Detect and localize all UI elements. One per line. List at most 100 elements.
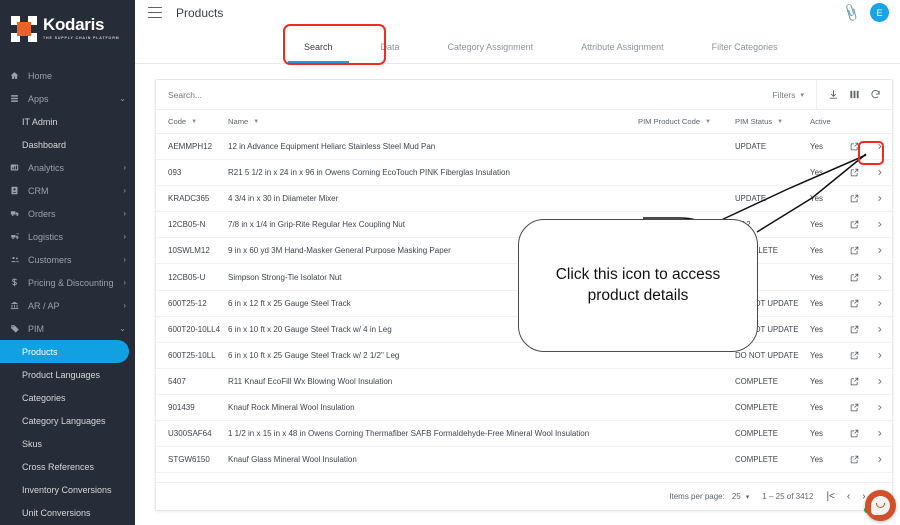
first-page-button[interactable]: |<	[826, 491, 834, 502]
sidebar-item-pricing-discounting[interactable]: Pricing & Discounting ›	[0, 271, 135, 294]
tab-attribute-assignment[interactable]: Attribute Assignment	[557, 42, 688, 63]
sidebar-item-categories[interactable]: Categories	[0, 386, 135, 409]
external-link-icon[interactable]	[842, 194, 867, 203]
chevron-right-icon[interactable]	[867, 142, 892, 151]
sort-arrow-icon[interactable]: ▼	[777, 119, 783, 125]
refresh-icon[interactable]	[870, 89, 881, 100]
column-header-code[interactable]: Code ▼	[156, 117, 228, 126]
sidebar-item-pim[interactable]: PIM ⌄	[0, 317, 135, 340]
table-row[interactable]: 600T20-10LL4 6 in x 10 ft x 20 Gauge Stee…	[156, 317, 892, 343]
cell-active: Yes	[810, 246, 824, 256]
cell-active: Yes	[810, 142, 824, 152]
external-link-icon[interactable]	[842, 142, 867, 151]
column-header-status[interactable]: PIM Status ▼	[735, 117, 810, 126]
tab-search[interactable]: Search	[280, 42, 357, 63]
sidebar-item-cross-references[interactable]: Cross References	[0, 455, 135, 478]
table-row[interactable]: 5407 R11 Knauf EcoFill Wx Blowing Wool In…	[156, 369, 892, 395]
external-link-icon[interactable]	[842, 273, 867, 282]
external-link-icon[interactable]	[842, 429, 867, 438]
cell-active: Yes	[810, 376, 824, 386]
table-row[interactable]: 600T25-12 6 in x 12 ft x 25 Gauge Steel T…	[156, 291, 892, 317]
filters-dropdown[interactable]: Filters ▾	[772, 90, 816, 100]
table-row[interactable]: 10SWLM12 9 in x 60 yd 3M Hand-Masker Gene…	[156, 238, 892, 265]
table-row[interactable]: 901439 Knauf Rock Mineral Wool Insulation…	[156, 395, 892, 422]
paperclip-icon[interactable]: 📎	[840, 2, 862, 23]
chevron-right-icon[interactable]	[867, 246, 892, 255]
external-link-icon[interactable]	[842, 299, 867, 308]
sidebar-item-label: Pricing & Discounting	[28, 277, 114, 288]
sort-arrow-icon[interactable]: ▼	[191, 119, 197, 125]
sidebar-item-logistics[interactable]: Logistics ›	[0, 225, 135, 248]
download-icon[interactable]	[828, 89, 839, 100]
brand-logo[interactable]: Kodaris THE SUPPLY CHAIN PLATFORM	[0, 0, 135, 58]
table-row[interactable]: U300SAF64 1 1/2 in x 15 in x 48 in Owens …	[156, 421, 892, 448]
chevron-right-icon[interactable]	[867, 220, 892, 229]
table-row[interactable]: KRADC365 4 3/4 in x 30 in Diiameter Mixer…	[156, 186, 892, 213]
external-link-icon[interactable]	[842, 246, 867, 255]
sidebar-item-inventory-conversions[interactable]: Inventory Conversions	[0, 478, 135, 501]
kodaris-logo-icon	[11, 16, 37, 42]
bank-icon	[10, 301, 28, 310]
chevron-right-icon[interactable]	[867, 194, 892, 203]
sidebar-item-ar-ap[interactable]: AR / AP ›	[0, 294, 135, 317]
sidebar-item-dashboard[interactable]: Dashboard	[0, 133, 135, 156]
external-link-icon[interactable]	[842, 351, 867, 360]
chevron-right-icon[interactable]	[867, 403, 892, 412]
chevron-right-icon[interactable]	[867, 325, 892, 334]
sidebar-item-category-languages[interactable]: Category Languages	[0, 409, 135, 432]
search-input[interactable]	[156, 88, 773, 101]
chevron-right-icon[interactable]	[867, 168, 892, 177]
brand-tagline: THE SUPPLY CHAIN PLATFORM	[43, 36, 120, 40]
table-footer: Items per page: 25 ▾ 1 – 25 of 3412 |< ‹…	[156, 482, 892, 510]
sort-arrow-icon[interactable]: ▼	[253, 119, 259, 125]
sidebar-item-home[interactable]: Home	[0, 64, 135, 87]
sidebar-item-crm[interactable]: CRM ›	[0, 179, 135, 202]
column-header-pim_pc[interactable]: PIM Product Code ▼	[638, 117, 735, 126]
tab-filter-categories[interactable]: Filter Categories	[688, 42, 802, 63]
hamburger-icon[interactable]	[148, 7, 162, 18]
table-row[interactable]: STGW6150 Knauf Glass Mineral Wool Insulat…	[156, 447, 892, 474]
chevron-right-icon[interactable]	[867, 377, 892, 386]
external-link-icon[interactable]	[842, 403, 867, 412]
table-row[interactable]: AEMMPH12 12 in Advance Equipment Heliarc …	[156, 134, 892, 161]
column-header-active[interactable]: Active	[810, 117, 842, 126]
column-header-name[interactable]: Name ▼	[228, 117, 638, 126]
chevron-right-icon[interactable]	[867, 429, 892, 438]
prev-page-button[interactable]: ‹	[847, 491, 850, 502]
avatar[interactable]: E	[870, 3, 889, 22]
chevron-right-icon: ›	[123, 232, 126, 241]
sidebar-item-analytics[interactable]: Analytics ›	[0, 156, 135, 179]
chevron-right-icon[interactable]	[867, 273, 892, 282]
columns-icon[interactable]	[849, 89, 860, 100]
external-link-icon[interactable]	[842, 325, 867, 334]
sidebar-item-orders[interactable]: Orders ›	[0, 202, 135, 225]
sidebar-item-apps[interactable]: Apps ⌄	[0, 87, 135, 110]
sidebar-item-product-languages[interactable]: Product Languages	[0, 363, 135, 386]
table-row[interactable]: 12CB05-N 7/8 in x 1/4 in Grip-Rite Regula…	[156, 212, 892, 239]
cell-status: DO NOT UPDATE	[735, 298, 799, 308]
sidebar-item-unit-conversions[interactable]: Unit Conversions	[0, 501, 135, 524]
cell-active: Yes	[810, 272, 824, 282]
sort-arrow-icon[interactable]: ▼	[705, 119, 711, 125]
cell-active: Yes	[810, 402, 824, 412]
chevron-right-icon[interactable]	[867, 455, 892, 464]
sidebar-item-customers[interactable]: Customers ›	[0, 248, 135, 271]
cell-name: Simpson Strong-Tie Isolator Nut	[228, 272, 342, 282]
external-link-icon[interactable]	[842, 377, 867, 386]
items-per-page-select[interactable]: 25 ▾	[732, 492, 749, 501]
external-link-icon[interactable]	[842, 455, 867, 464]
external-link-icon[interactable]	[842, 168, 867, 177]
external-link-icon[interactable]	[842, 220, 867, 229]
tab-data[interactable]: Data	[357, 42, 424, 63]
column-header-label: PIM Status	[735, 117, 773, 126]
table-row[interactable]: 093 R21 5 1/2 in x 24 in x 96 in Owens Co…	[156, 160, 892, 187]
sidebar-item-products[interactable]: Products	[0, 340, 129, 363]
chevron-right-icon[interactable]	[867, 351, 892, 360]
sidebar-item-skus[interactable]: Skus	[0, 432, 135, 455]
tab-category-assignment[interactable]: Category Assignment	[424, 42, 558, 63]
chevron-right-icon[interactable]	[867, 299, 892, 308]
sidebar-item-it-admin[interactable]: IT Admin	[0, 110, 135, 133]
table-row[interactable]: 12CB05-U Simpson Strong-Tie Isolator Nut Q…	[156, 264, 892, 291]
chat-bubble-icon[interactable]	[865, 490, 896, 521]
table-row[interactable]: 600T25-10LL 6 in x 10 ft x 25 Gauge Steel…	[156, 343, 892, 369]
